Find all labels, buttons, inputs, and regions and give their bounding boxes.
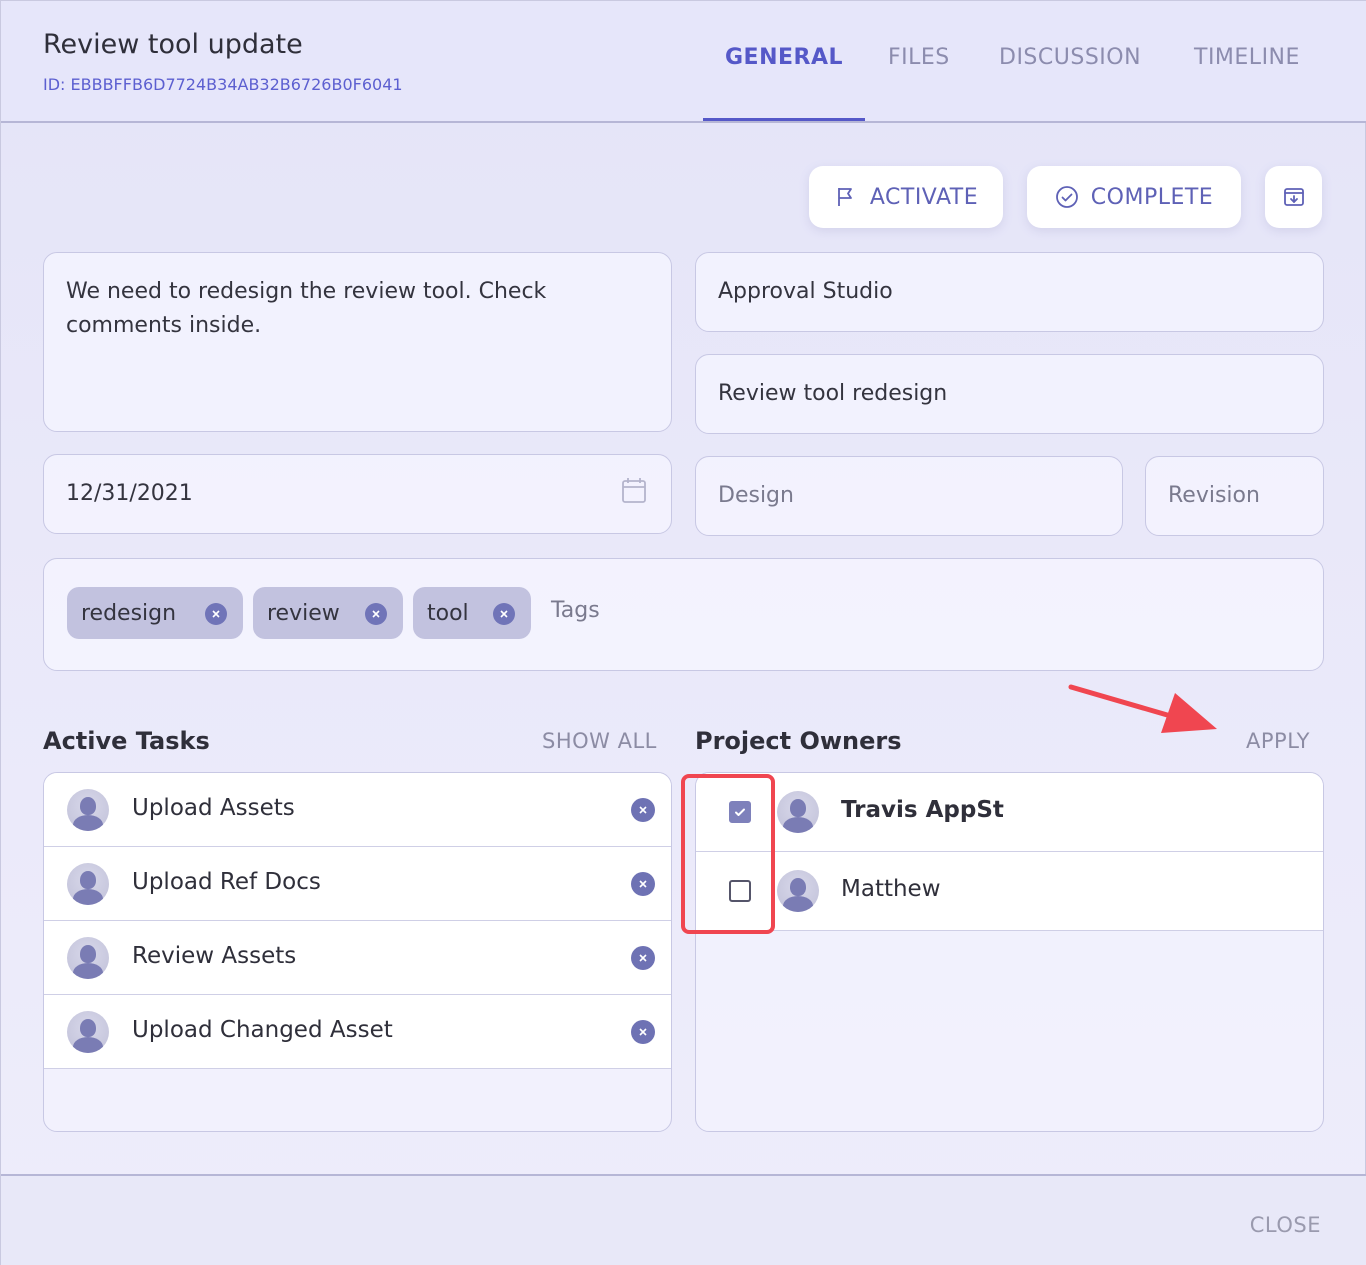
avatar: [777, 870, 819, 912]
dialog-header: Review tool update ID: EBBBFFB6D7724B34A…: [1, 1, 1366, 123]
archive-button[interactable]: [1265, 166, 1322, 228]
task-name: Review Assets: [132, 943, 297, 969]
subproject-field[interactable]: Review tool redesign: [695, 354, 1324, 434]
tags-input-placeholder[interactable]: Tags: [551, 598, 600, 623]
dialog-title: Review tool update: [43, 29, 303, 60]
tag-chip: tool: [413, 587, 531, 639]
avatar: [67, 789, 109, 831]
type-field[interactable]: Revision: [1145, 456, 1324, 536]
tab-timeline[interactable]: TIMELINE: [1194, 45, 1300, 70]
tag-chip: redesign: [67, 587, 243, 639]
owner-name: Travis AppSt: [841, 797, 1004, 823]
task-dialog: Review tool update ID: EBBBFFB6D7724B34A…: [0, 0, 1366, 1265]
avatar: [777, 791, 819, 833]
tab-discussion[interactable]: DISCUSSION: [999, 45, 1141, 70]
remove-tag-icon[interactable]: [493, 603, 515, 625]
project-value: Approval Studio: [718, 279, 893, 304]
description-text: We need to redesign the review tool. Che…: [66, 279, 547, 338]
remove-task-icon[interactable]: [631, 798, 655, 822]
activate-button[interactable]: ACTIVATE: [809, 166, 1003, 228]
annotation-arrow-icon: [1068, 684, 1217, 733]
show-all-link[interactable]: SHOW ALL: [542, 729, 657, 753]
active-tasks-list: Upload Assets Upload Ref Docs Review Ass…: [43, 772, 672, 1132]
project-field[interactable]: Approval Studio: [695, 252, 1324, 332]
project-owners-title: Project Owners: [695, 727, 902, 755]
complete-label: COMPLETE: [1090, 184, 1214, 210]
flag-icon: [834, 185, 858, 209]
project-owners-list: Travis AppSt Matthew: [695, 772, 1324, 1132]
task-row[interactable]: Review Assets: [44, 921, 671, 995]
tag-label: review: [267, 600, 340, 626]
complete-button[interactable]: COMPLETE: [1027, 166, 1241, 228]
check-circle-icon: [1055, 185, 1079, 209]
close-button[interactable]: CLOSE: [1250, 1213, 1321, 1237]
activate-label: ACTIVATE: [869, 184, 979, 210]
tag-label: tool: [427, 600, 469, 626]
category-field[interactable]: Design: [695, 456, 1123, 536]
task-row[interactable]: Upload Assets: [44, 773, 671, 847]
tag-label: redesign: [81, 600, 177, 626]
task-id: ID: EBBBFFB6D7724B34AB32B6726B0F6041: [43, 75, 403, 94]
owner-row[interactable]: Matthew: [696, 852, 1323, 931]
avatar: [67, 937, 109, 979]
due-date-field[interactable]: 12/31/2021: [43, 454, 672, 534]
description-field[interactable]: We need to redesign the review tool. Che…: [43, 252, 672, 432]
remove-task-icon[interactable]: [631, 946, 655, 970]
active-tab-indicator: [703, 118, 865, 121]
due-date-value: 12/31/2021: [66, 481, 193, 506]
remove-tag-icon[interactable]: [205, 603, 227, 625]
type-placeholder: Revision: [1168, 483, 1260, 508]
tab-files[interactable]: FILES: [888, 45, 950, 70]
task-name: Upload Changed Asset: [132, 1017, 393, 1043]
category-placeholder: Design: [718, 483, 794, 508]
subproject-value: Review tool redesign: [718, 381, 948, 406]
dialog-footer: [1, 1174, 1366, 1265]
apply-link[interactable]: APPLY: [1246, 729, 1310, 753]
task-name: Upload Ref Docs: [132, 869, 321, 895]
remove-task-icon[interactable]: [631, 1020, 655, 1044]
tag-chip: review: [253, 587, 403, 639]
task-name: Upload Assets: [132, 795, 295, 821]
active-tasks-title: Active Tasks: [43, 727, 210, 755]
remove-tag-icon[interactable]: [365, 603, 387, 625]
owner-name: Matthew: [841, 876, 941, 902]
owner-row[interactable]: Travis AppSt: [696, 773, 1323, 852]
avatar: [67, 863, 109, 905]
tab-general[interactable]: GENERAL: [725, 45, 843, 70]
task-row[interactable]: Upload Ref Docs: [44, 847, 671, 921]
annotation-highlight-box: [681, 774, 775, 934]
remove-task-icon[interactable]: [631, 872, 655, 896]
archive-download-icon: [1282, 185, 1306, 209]
task-row[interactable]: Upload Changed Asset: [44, 995, 671, 1069]
calendar-icon[interactable]: [621, 477, 647, 509]
avatar: [67, 1011, 109, 1053]
